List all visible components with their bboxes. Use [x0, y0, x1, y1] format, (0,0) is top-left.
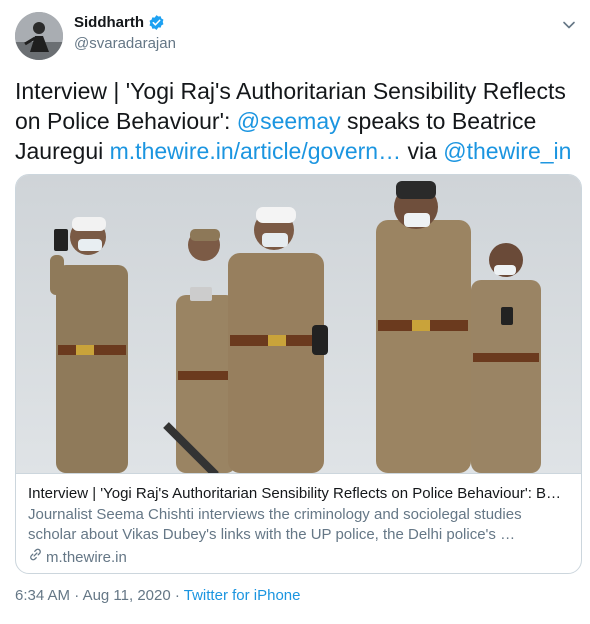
tweet-date[interactable]: Aug 11, 2020: [83, 587, 171, 604]
card-domain[interactable]: m.thewire.in: [28, 547, 127, 568]
tweet-time[interactable]: 6:34 AM: [15, 587, 70, 604]
card-body[interactable]: Interview | 'Yogi Raj's Authoritarian Se…: [16, 473, 581, 573]
tweet-text: Interview | 'Yogi Raj's Authoritarian Se…: [15, 76, 580, 166]
card-domain-text: m.thewire.in: [46, 548, 127, 566]
card-title[interactable]: Interview | 'Yogi Raj's Authoritarian Se…: [28, 484, 568, 504]
tweet: Siddharth @svaradarajan Interview | 'Yog…: [0, 0, 590, 624]
link-icon: [28, 547, 43, 568]
card-image[interactable]: [16, 175, 581, 473]
verified-badge-icon: [148, 14, 165, 31]
tweet-metadata: 6:34 AM · Aug 11, 2020 · Twitter for iPh…: [15, 587, 300, 604]
article-link[interactable]: m.thewire.in/article/govern…: [110, 138, 401, 164]
mention-link[interactable]: @seemay: [237, 108, 341, 134]
author-handle[interactable]: @svaradarajan: [74, 35, 176, 52]
card-description: Journalist Seema Chishti interviews the …: [28, 506, 522, 543]
separator: ·: [170, 587, 184, 604]
avatar[interactable]: [15, 12, 63, 60]
link-preview-card[interactable]: Interview | 'Yogi Raj's Authoritarian Se…: [15, 174, 582, 574]
author-name[interactable]: Siddharth: [74, 14, 144, 31]
mention-link[interactable]: @thewire_in: [443, 138, 571, 164]
tweet-text-segment: via: [401, 138, 444, 164]
tweet-source[interactable]: Twitter for iPhone: [184, 587, 301, 604]
separator: ·: [70, 587, 83, 604]
chevron-down-icon[interactable]: [560, 16, 578, 34]
author-name-row[interactable]: Siddharth: [74, 14, 165, 31]
